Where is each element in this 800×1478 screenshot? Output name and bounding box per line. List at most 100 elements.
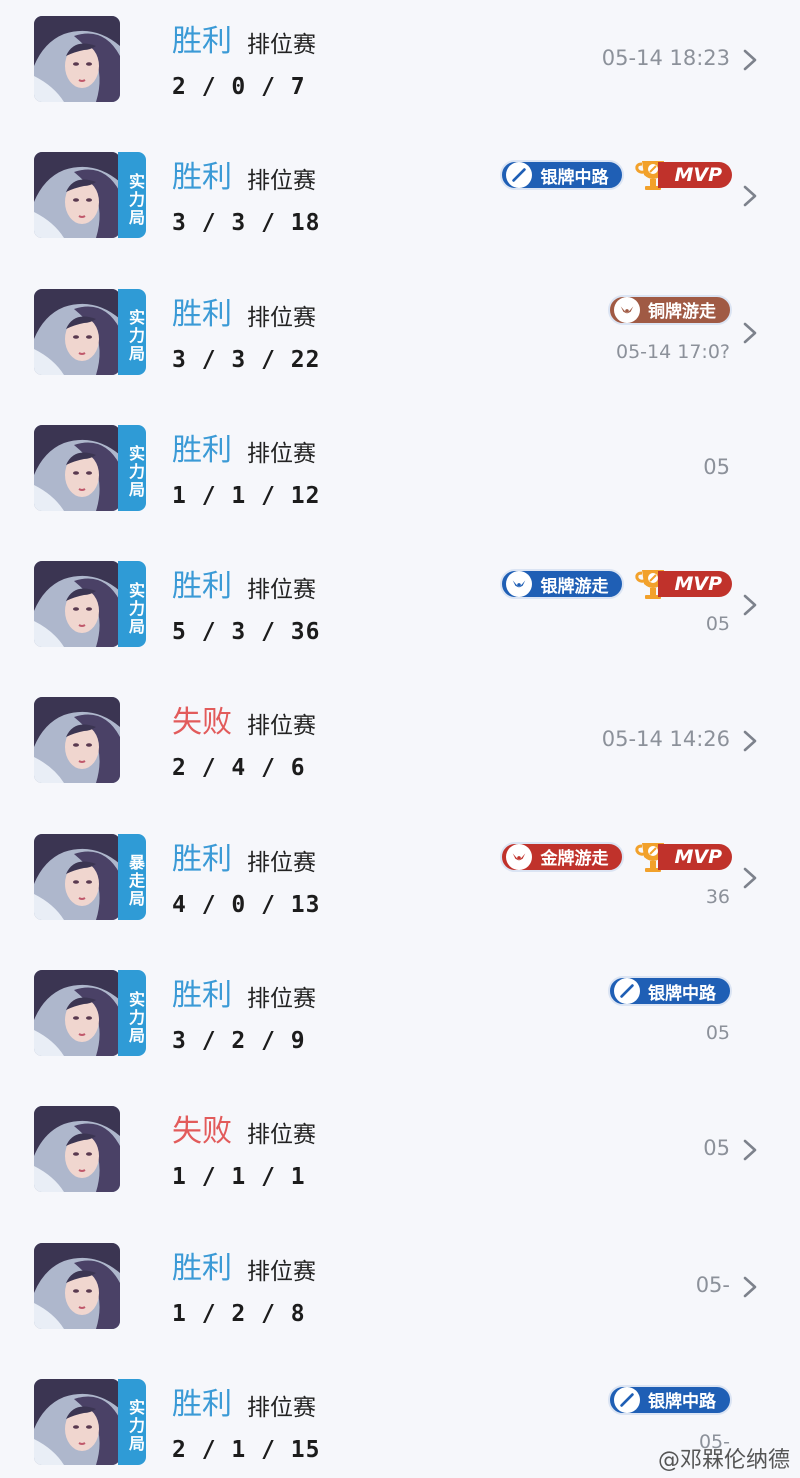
- match-time: 05: [703, 454, 730, 479]
- match-row[interactable]: 实力局 胜利 排位赛 1 / 1 / 12 05: [0, 409, 800, 545]
- wings-icon: [614, 296, 640, 323]
- match-type: 排位赛: [247, 577, 316, 604]
- wings-icon: [506, 843, 533, 870]
- rank-badge: 银牌中路: [608, 1384, 732, 1415]
- match-result: 胜利: [172, 1250, 232, 1286]
- match-row[interactable]: 胜利 排位赛 1 / 2 / 8 05-: [0, 1227, 800, 1363]
- match-type: 排位赛: [247, 304, 316, 331]
- match-row[interactable]: 实力局 胜利 排位赛 3 / 3 / 22 铜牌游走 05-14 17:0?: [0, 273, 800, 409]
- kda-score: 2 / 0 / 7: [172, 74, 306, 100]
- hero-avatar-group: [34, 1106, 146, 1193]
- kda-score: 1 / 1 / 12: [172, 482, 321, 509]
- rank-badge-label: 银牌游走: [540, 576, 609, 597]
- hero-avatar: [34, 424, 120, 511]
- match-result: 胜利: [172, 978, 232, 1014]
- rank-badge: 银牌游走: [500, 569, 625, 600]
- mvp-badge: MVP: [634, 158, 732, 192]
- kda-score: 3 / 3 / 22: [172, 346, 321, 373]
- kda-score: 2 / 4 / 6: [172, 755, 306, 782]
- match-type: 排位赛: [247, 168, 316, 195]
- rank-badge-label: 银牌中路: [648, 1392, 716, 1413]
- match-type: 排位赛: [247, 986, 316, 1013]
- kda-score: 3 / 2 / 9: [172, 1028, 306, 1055]
- rank-badge: 金牌游走: [500, 841, 625, 872]
- kda-score: 1 / 1 / 1: [172, 1164, 306, 1191]
- mode-tag: 实力局: [118, 152, 146, 239]
- match-type: 排位赛: [247, 1394, 316, 1421]
- chevron-right-icon[interactable]: [740, 321, 760, 345]
- match-type: 排位赛: [247, 1122, 316, 1149]
- kda-score: 1 / 2 / 8: [172, 1300, 306, 1327]
- achievement-badges: 金牌游走 MVP: [500, 840, 732, 874]
- achievement-badges: 银牌中路: [608, 976, 732, 1007]
- match-time: 05-: [695, 1272, 730, 1297]
- chevron-right-icon[interactable]: [740, 866, 760, 890]
- chevron-right-icon[interactable]: [740, 1138, 760, 1162]
- rank-badge: 铜牌游走: [608, 294, 732, 325]
- hero-avatar-group: [34, 1242, 146, 1329]
- match-history-list: 胜利 排位赛 2 / 0 / 7 05-14 18:23 实力局 胜利 排位赛 …: [0, 0, 800, 1478]
- hero-avatar-group: 实力局: [34, 970, 146, 1057]
- chevron-right-icon[interactable]: [740, 184, 760, 208]
- mvp-label: MVP: [658, 162, 732, 189]
- rank-badge: 银牌中路: [500, 160, 625, 191]
- match-time: 05-14 18:23: [601, 46, 730, 70]
- hero-avatar-group: 实力局: [34, 424, 146, 511]
- hero-avatar-group: 实力局: [34, 561, 146, 648]
- hero-avatar: [34, 561, 120, 648]
- hero-avatar: [34, 697, 120, 784]
- hero-avatar: [34, 152, 120, 239]
- sword-icon: [506, 162, 533, 189]
- rank-badge-label: 银牌中路: [540, 167, 609, 188]
- hero-avatar: [34, 833, 120, 920]
- match-row[interactable]: 实力局 胜利 排位赛 3 / 3 / 18 银牌中路 MVP: [0, 136, 800, 272]
- match-time: 36: [705, 885, 730, 908]
- match-result: 胜利: [172, 296, 232, 332]
- chevron-right-icon[interactable]: [740, 1275, 760, 1299]
- match-row[interactable]: 实力局 胜利 排位赛 5 / 3 / 36 银牌游走 MVP 05: [0, 545, 800, 681]
- match-time: 05-14 14:26: [601, 727, 730, 752]
- match-type: 排位赛: [247, 849, 316, 876]
- hero-avatar-group: 暴走局: [34, 833, 146, 920]
- mvp-label: MVP: [658, 571, 732, 598]
- mode-tag: 实力局: [118, 424, 146, 511]
- kda-score: 4 / 0 / 13: [172, 891, 321, 918]
- kda-score: 5 / 3 / 36: [172, 619, 321, 646]
- match-result: 胜利: [172, 569, 232, 605]
- kda-score: 2 / 1 / 15: [172, 1436, 321, 1463]
- match-result: 胜利: [172, 160, 232, 196]
- hero-avatar-group: 实力局: [34, 1378, 146, 1465]
- match-time: 05-14 17:0?: [616, 340, 730, 363]
- match-type: 排位赛: [247, 713, 316, 740]
- match-row[interactable]: 胜利 排位赛 2 / 0 / 7 05-14 18:23: [0, 0, 800, 136]
- achievement-badges: 银牌游走 MVP: [500, 567, 732, 601]
- match-row[interactable]: 暴走局 胜利 排位赛 4 / 0 / 13 金牌游走 MVP 36: [0, 818, 800, 954]
- rank-badge-label: 银牌中路: [648, 983, 716, 1004]
- rank-badge-label: 金牌游走: [540, 849, 609, 870]
- rank-badge: 银牌中路: [608, 976, 732, 1007]
- match-time: 05: [705, 613, 730, 636]
- chevron-right-icon[interactable]: [740, 48, 760, 72]
- chevron-right-icon[interactable]: [740, 729, 760, 753]
- match-type: 排位赛: [247, 440, 316, 467]
- chevron-right-icon[interactable]: [740, 593, 760, 617]
- sword-icon: [614, 978, 640, 1005]
- hero-avatar: [34, 288, 120, 375]
- mvp-label: MVP: [658, 843, 732, 870]
- watermark: @邓槑伦纳德: [657, 1448, 790, 1473]
- hero-avatar-group: [34, 16, 146, 102]
- mode-tag: 实力局: [118, 288, 146, 375]
- match-row[interactable]: 实力局 胜利 排位赛 3 / 2 / 9 银牌中路 05: [0, 954, 800, 1090]
- hero-avatar: [34, 1378, 120, 1465]
- match-row[interactable]: 失败 排位赛 1 / 1 / 1 05: [0, 1090, 800, 1226]
- wings-icon: [506, 571, 533, 598]
- hero-avatar-group: 实力局: [34, 288, 146, 375]
- match-result: 胜利: [172, 1386, 232, 1422]
- match-result: 失败: [172, 705, 232, 741]
- match-result: 胜利: [172, 432, 232, 468]
- hero-avatar: [34, 1106, 120, 1193]
- achievement-badges: 银牌中路: [608, 1384, 732, 1415]
- rank-badge-label: 铜牌游走: [648, 302, 716, 323]
- match-time: 05: [705, 1022, 730, 1045]
- match-row[interactable]: 失败 排位赛 2 / 4 / 6 05-14 14:26: [0, 681, 800, 817]
